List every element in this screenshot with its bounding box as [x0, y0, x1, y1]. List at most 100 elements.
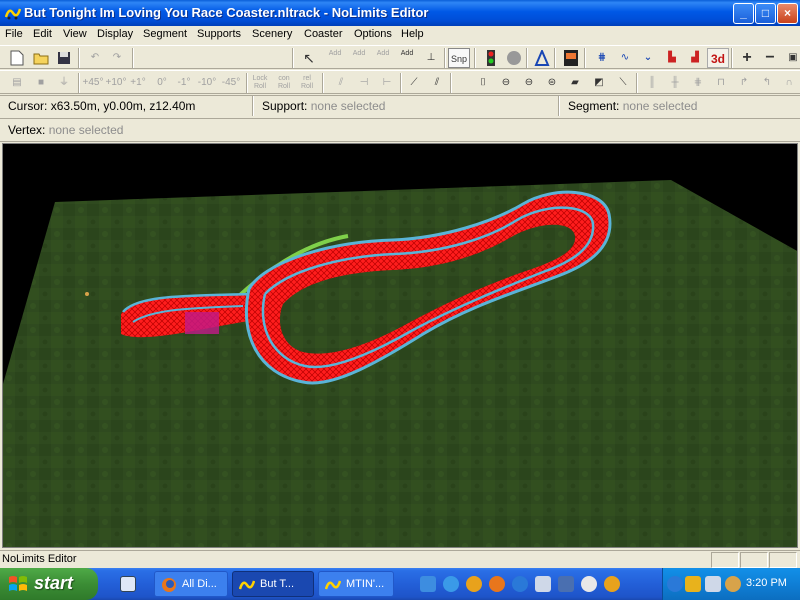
support-type-1-button[interactable]: ║	[641, 73, 663, 93]
support-type-2-button[interactable]: ╫	[664, 73, 686, 93]
roll-minus45-button[interactable]: -45°	[220, 73, 242, 93]
media-icon[interactable]	[581, 576, 597, 592]
support-type-4-button[interactable]: ⊓	[710, 73, 732, 93]
support-type-3-button[interactable]: ⋕	[687, 73, 709, 93]
footer-icon: ⊥	[426, 52, 436, 63]
menu-view[interactable]: View	[63, 28, 87, 40]
plate-tool-button[interactable]: ▰	[564, 73, 586, 93]
chrome-icon[interactable]	[466, 576, 482, 592]
chrome-alt-icon[interactable]	[604, 576, 620, 592]
window-app-icon[interactable]	[535, 576, 551, 592]
add-vertex-button[interactable]: Add	[324, 48, 346, 68]
roll-plus10-button[interactable]: +10°	[105, 73, 127, 93]
box-tool-button[interactable]: ◩	[588, 73, 610, 93]
title-bar[interactable]: But Tonight Im Loving You Race Coaster.n…	[0, 0, 800, 26]
task-mtin[interactable]: MTIN'...	[318, 571, 394, 597]
plate-icon: ▰	[571, 77, 579, 88]
3d-view-button[interactable]: 3d	[707, 48, 729, 68]
task-nolimits-editor[interactable]: But T...	[232, 571, 314, 597]
segment-readout: Segment: none selected	[564, 96, 701, 116]
segment-tool-1-button[interactable]: ⫽	[330, 73, 352, 93]
computer-icon[interactable]	[558, 576, 574, 592]
status-pane	[769, 552, 797, 568]
menu-file[interactable]: File	[5, 28, 23, 40]
firefox-quicklaunch-icon[interactable]	[489, 576, 505, 592]
add-segment-button[interactable]: Add	[348, 48, 370, 68]
3d-viewport[interactable]	[2, 143, 798, 548]
minimize-button[interactable]: _	[733, 3, 754, 24]
vertex-readout: Vertex: none selected	[4, 120, 127, 140]
roll-plus1-button[interactable]: +1°	[127, 73, 149, 93]
undo-button[interactable]: ↶	[84, 48, 106, 68]
wave-view-button[interactable]: ∿	[614, 48, 636, 68]
menu-coaster[interactable]: Coaster	[304, 28, 343, 40]
roll-minus1-button[interactable]: -1°	[173, 73, 195, 93]
train-view-button[interactable]: ▙	[661, 48, 683, 68]
tray-expand-icon[interactable]	[667, 576, 683, 592]
support-type-7-button[interactable]: ∩	[778, 73, 800, 93]
maximize-button[interactable]: □	[755, 3, 776, 24]
help-quicklaunch-icon[interactable]	[120, 576, 136, 592]
double-beam-tool-button[interactable]: ⫽	[426, 73, 448, 93]
messenger-icon[interactable]	[512, 576, 528, 592]
roll-plus45-button[interactable]: +45°	[82, 73, 104, 93]
rel-roll-button[interactable]: rel Roll	[296, 73, 318, 93]
segment-tool-2-button[interactable]: ⊣	[353, 73, 375, 93]
station-light-button[interactable]	[480, 48, 502, 68]
menu-supports[interactable]: Supports	[197, 28, 241, 40]
zoom-out-button[interactable]: −	[759, 48, 781, 68]
add-connector-button[interactable]: Add	[396, 48, 418, 68]
beam-tool-button[interactable]: ⟋	[403, 73, 425, 93]
segment-value: none selected	[622, 99, 698, 113]
lock-roll-button[interactable]: Lock Roll	[249, 73, 271, 93]
menu-display[interactable]: Display	[97, 28, 133, 40]
footer-large-button[interactable]: ⊜	[541, 73, 563, 93]
block-button[interactable]: ■	[30, 73, 52, 93]
task-all-di[interactable]: All Di...	[154, 571, 228, 597]
support-tower-button[interactable]	[531, 48, 553, 68]
footer-small-button[interactable]: ⊖	[495, 73, 517, 93]
roll-minus10-button[interactable]: -10°	[196, 73, 218, 93]
open-file-button[interactable]	[30, 48, 52, 68]
train-icon	[564, 50, 578, 66]
tray-network-icon[interactable]	[705, 576, 721, 592]
bird-app-icon[interactable]	[420, 576, 436, 592]
snap-toggle-button[interactable]: Snp	[448, 48, 470, 68]
tray-security-icon[interactable]	[685, 576, 701, 592]
menu-segment[interactable]: Segment	[143, 28, 187, 40]
support-type-5-button[interactable]: ↱	[733, 73, 755, 93]
zoom-in-button[interactable]: +	[736, 48, 758, 68]
save-button[interactable]	[53, 48, 75, 68]
footer-tool-button[interactable]: ⊥	[420, 48, 442, 68]
lock-roll-label-bottom: Roll	[253, 83, 267, 90]
grid-button[interactable]: ▤	[6, 73, 28, 93]
redo-button[interactable]: ↷	[106, 48, 128, 68]
footer-medium-button[interactable]: ⊖	[518, 73, 540, 93]
select-tool-button[interactable]: ↖	[298, 48, 320, 68]
menu-edit[interactable]: Edit	[33, 28, 52, 40]
roll-zero-button[interactable]: 0°	[151, 73, 173, 93]
station-view-button[interactable]: ▟	[684, 48, 706, 68]
stairs-tool-button[interactable]: ⟍	[612, 73, 634, 93]
menu-options[interactable]: Options	[354, 28, 392, 40]
train-button[interactable]	[560, 48, 582, 68]
close-button[interactable]: ×	[777, 3, 798, 24]
menu-scenery[interactable]: Scenery	[252, 28, 292, 40]
dip-view-button[interactable]: ⌄	[637, 48, 659, 68]
fit-view-button[interactable]: ▣	[782, 48, 800, 68]
bank-button[interactable]: ⏚	[53, 73, 75, 93]
menu-help[interactable]: Help	[401, 28, 424, 40]
toolbar-separator	[526, 48, 528, 68]
new-file-button[interactable]	[6, 48, 28, 68]
ie-icon[interactable]	[443, 576, 459, 592]
start-button[interactable]: start	[0, 568, 98, 600]
crossties-button[interactable]: ⋕	[591, 48, 613, 68]
cylinder-tool-button[interactable]: ⌷	[472, 73, 494, 93]
add-support-button[interactable]: Add	[372, 48, 394, 68]
tray-app-icon[interactable]	[725, 576, 741, 592]
guest-figure	[85, 292, 89, 296]
stop-block-button[interactable]	[503, 48, 525, 68]
support-type-6-button[interactable]: ↰	[756, 73, 778, 93]
con-roll-button[interactable]: con Roll	[273, 73, 295, 93]
segment-tool-3-button[interactable]: ⊢	[376, 73, 398, 93]
